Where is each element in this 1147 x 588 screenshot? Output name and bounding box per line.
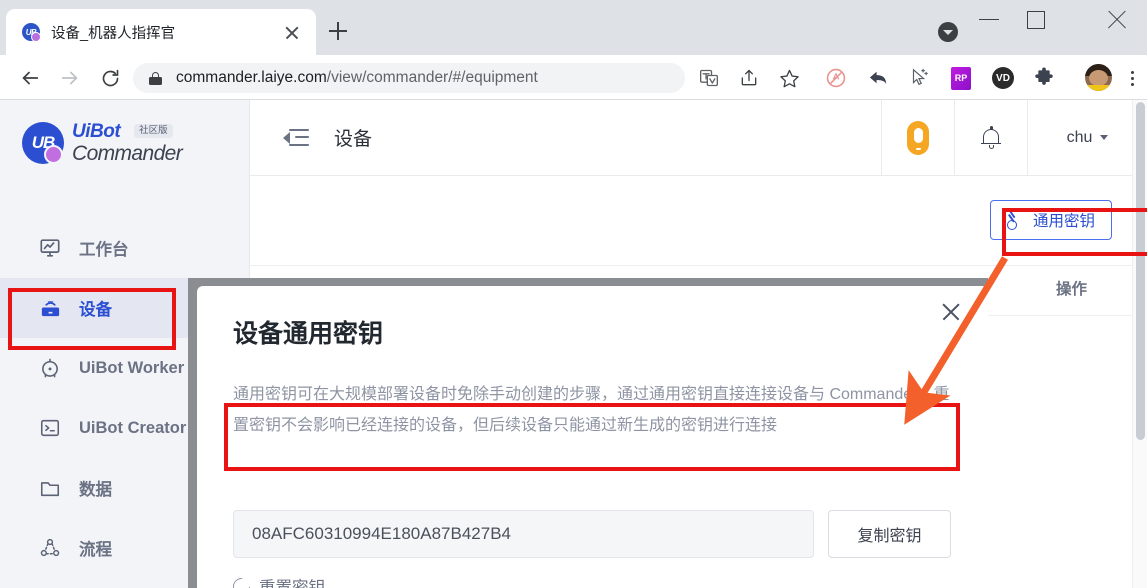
browser-menu-icon[interactable] — [1120, 64, 1144, 92]
modal-title: 设备通用密钥 — [233, 320, 384, 348]
rp-extension-icon[interactable]: RP — [947, 64, 975, 92]
robot-icon — [38, 356, 62, 380]
device-lock-icon — [38, 296, 62, 320]
share-icon[interactable] — [735, 64, 763, 92]
adblock-icon[interactable] — [822, 64, 850, 92]
uibot-logo-mark: UB — [22, 122, 64, 164]
cursor-select-icon[interactable] — [905, 64, 933, 92]
window-minimize-button[interactable] — [966, 0, 1012, 40]
scrollbar-thumb[interactable] — [1136, 102, 1145, 440]
back-icon[interactable] — [16, 64, 44, 92]
browser-tab[interactable]: UB 设备_机器人指挥官 — [6, 9, 316, 55]
sidebar-item-label: 流程 — [79, 541, 112, 559]
window-close-button[interactable] — [1094, 0, 1140, 40]
universal-key-input[interactable]: 08AFC60310994E180A87B427B4 — [233, 510, 814, 558]
universal-key-button-label: 通用密钥 — [1032, 213, 1095, 230]
reset-key-link[interactable]: 重置密钥 — [229, 574, 325, 588]
page-title: 设备 — [334, 129, 373, 150]
sidebar-item-label: 数据 — [79, 481, 112, 499]
chevron-down-icon — [1100, 135, 1109, 140]
table-divider-top — [250, 265, 1147, 266]
browser-tabstrip: UB 设备_机器人指挥官 — [0, 0, 1147, 55]
lock-icon — [149, 71, 162, 85]
close-icon[interactable] — [280, 20, 304, 44]
window-maximize-button[interactable] — [1012, 0, 1058, 40]
page-scrollbar[interactable] — [1132, 100, 1147, 588]
user-name-label: chu — [1066, 128, 1093, 146]
page-viewport: UB UiBot 社区版 Commander 工作台 设备 UiBot Work… — [0, 100, 1147, 588]
puzzle-extensions-icon[interactable] — [1030, 64, 1058, 92]
modal-description: 通用密钥可在大规模部署设备时免除手动创建的步骤，通过通用密钥直接连接设备与 Co… — [233, 386, 950, 434]
uibot-favicon: UB — [22, 23, 41, 42]
bookmark-star-icon[interactable] — [775, 64, 803, 92]
sidebar-item-label: 设备 — [79, 301, 112, 319]
dashboard-icon — [38, 236, 62, 260]
terminal-icon — [38, 416, 62, 440]
user-menu[interactable]: chu — [1027, 100, 1147, 176]
tab-search-icon[interactable] — [938, 22, 958, 42]
notification-bell-icon[interactable] — [954, 100, 1027, 176]
new-tab-button[interactable] — [323, 16, 353, 46]
universal-key-button[interactable]: 通用密钥 — [989, 200, 1112, 240]
brand-product-name: UiBot — [72, 121, 121, 142]
undo-arrow-icon[interactable] — [864, 64, 892, 92]
url-domain: commander.laiye.com — [176, 69, 327, 86]
browser-toolbar: commander.laiye.com/view/commander/#/equ… — [0, 55, 1147, 100]
folder-icon — [38, 476, 62, 500]
sidebar-item-workbench[interactable]: 工作台 — [0, 218, 250, 278]
copy-key-button[interactable]: 复制密钥 — [828, 510, 951, 558]
refresh-icon — [229, 574, 254, 588]
vd-extension-icon[interactable]: VD — [989, 64, 1017, 92]
edition-badge: 社区版 — [134, 124, 173, 138]
key-row: 08AFC60310994E180A87B427B4 复制密钥 — [233, 510, 951, 558]
profile-avatar[interactable] — [1085, 64, 1112, 91]
tab-title: 设备_机器人指挥官 — [51, 25, 176, 42]
flow-icon — [38, 536, 62, 560]
sidebar-item-label: UiBot Creator — [79, 418, 187, 437]
url-path: /view/commander/#/equipment — [326, 69, 538, 86]
brand-suite-name: Commander — [72, 142, 183, 165]
reload-icon[interactable] — [96, 64, 124, 92]
modal-close-icon[interactable] — [938, 299, 964, 325]
collapse-sidebar-icon[interactable] — [283, 125, 309, 151]
translate-icon[interactable] — [695, 64, 723, 92]
address-bar[interactable]: commander.laiye.com/view/commander/#/equ… — [133, 63, 685, 93]
reset-key-label: 重置密钥 — [259, 579, 325, 588]
app-header: 设备 chu — [250, 100, 1147, 176]
key-icon — [1006, 212, 1024, 230]
forward-icon[interactable] — [56, 64, 84, 92]
table-column-operation: 操作 — [1055, 281, 1087, 298]
sidebar-item-label: UiBot Worker — [79, 358, 185, 377]
lightbulb-icon[interactable] — [881, 100, 954, 176]
sidebar-item-label: 工作台 — [79, 241, 129, 259]
browser-window: UB 设备_机器人指挥官 commander.laiye.com/view/co… — [0, 0, 1147, 588]
app-logo: UB UiBot 社区版 Commander — [22, 114, 237, 172]
universal-key-modal: 设备通用密钥 通用密钥可在大规模部署设备时免除手动创建的步骤，通过通用密钥直接连… — [197, 286, 988, 588]
